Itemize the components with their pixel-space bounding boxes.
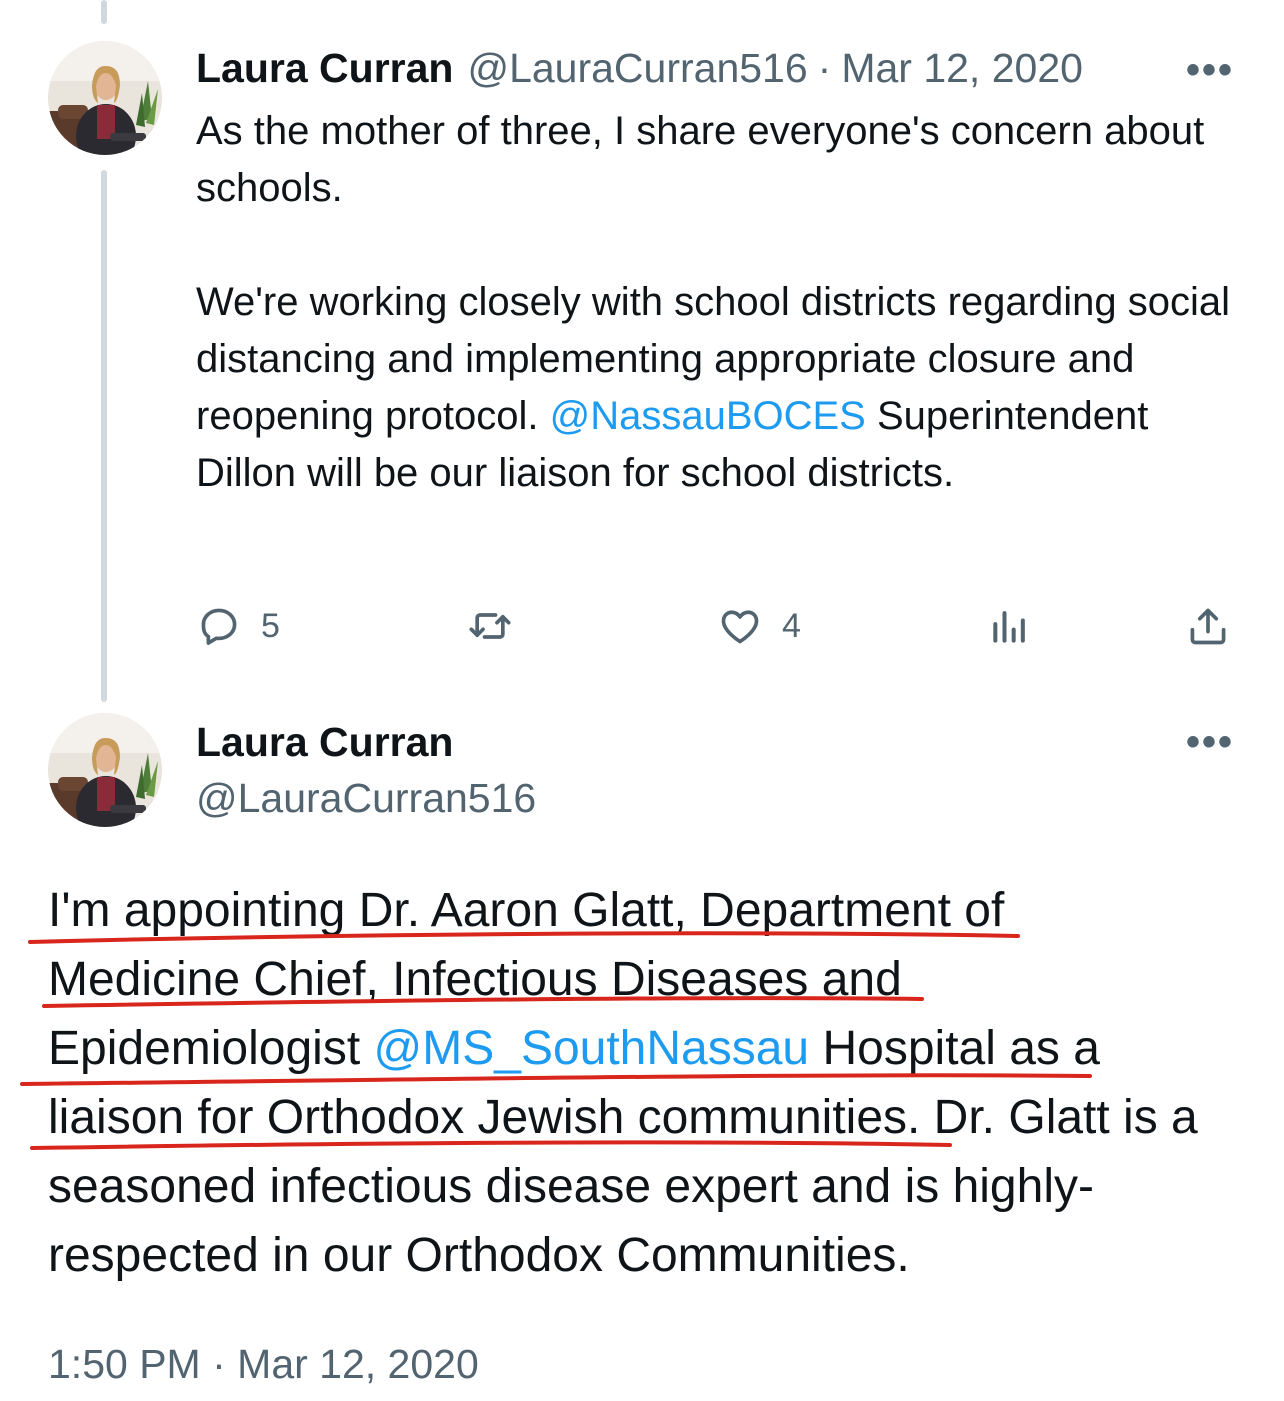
tweet2-author-name[interactable]: Laura Curran: [196, 714, 453, 770]
tweet2-line: Epidemiologist @MS_SouthNassau Hospital …: [48, 1014, 1268, 1083]
tweet1-header: Laura Curran @LauraCurran516 · Mar 12, 2…: [196, 40, 1083, 96]
tweet2-time: 1:50 PM: [48, 1341, 201, 1387]
tweet1-paragraph-2: We're working closely with school distri…: [196, 274, 1236, 502]
tweet2-line: I'm appointing Dr. Aaron Glatt, Departme…: [48, 884, 1005, 937]
reply-button[interactable]: 5: [197, 598, 280, 654]
tweet2-line: respected in our Orthodox Communities.: [48, 1229, 910, 1282]
avatar-photo: [48, 713, 162, 827]
retweet-button[interactable]: [468, 598, 512, 654]
tweet2-separator: ·: [212, 1341, 226, 1387]
tweet1-paragraph-1: As the mother of three, I share everyone…: [196, 109, 1205, 210]
mention-link-nassauboces[interactable]: @NassauBOCES: [550, 394, 866, 438]
tweet1-date[interactable]: Mar 12, 2020: [841, 45, 1083, 92]
tweet2-text: I'm appointing Dr. Aaron Glatt, Departme…: [48, 876, 1268, 1290]
share-icon: [1190, 608, 1226, 645]
avatar[interactable]: [48, 713, 162, 827]
like-count: 4: [782, 606, 801, 645]
tweet1-separator: ·: [817, 44, 832, 91]
avatar[interactable]: [48, 41, 162, 155]
thread-line-top: [101, 0, 107, 24]
views-icon: [993, 611, 1025, 643]
views-button[interactable]: [988, 598, 1032, 654]
tweet1-author-name[interactable]: Laura Curran: [196, 45, 453, 92]
tweet2-timestamp[interactable]: 1:50 PM · Mar 12, 2020: [48, 1336, 479, 1392]
tweet2-handle[interactable]: @LauraCurran516: [196, 770, 536, 826]
tweet2-line: Medicine Chief, Infectious Diseases and: [48, 953, 902, 1006]
tweet2-text-segment: Epidemiologist: [48, 1022, 361, 1075]
share-button[interactable]: [1186, 598, 1230, 654]
mention-link-ms-southnassau[interactable]: @MS_SouthNassau: [374, 1022, 810, 1075]
tweet2-date: Mar 12, 2020: [237, 1341, 479, 1387]
more-icon[interactable]: •••: [1180, 720, 1240, 764]
tweet1-action-bar: 5 4: [0, 598, 1284, 654]
tweet2-line: seasoned infectious disease expert and i…: [48, 1160, 1094, 1213]
avatar-photo: [48, 41, 162, 155]
like-icon: [721, 610, 759, 644]
reply-icon: [201, 608, 237, 645]
like-button[interactable]: 4: [718, 598, 801, 654]
reply-count: 5: [261, 606, 280, 645]
tweet1-text: As the mother of three, I share everyone…: [196, 103, 1236, 502]
more-icon[interactable]: •••: [1180, 48, 1240, 92]
tweet1-handle[interactable]: @LauraCurran516: [467, 45, 807, 92]
retweet-icon: [469, 613, 511, 639]
tweet2-text-segment: Hospital as a: [822, 1022, 1100, 1075]
tweet2-line: liaison for Orthodox Jewish communities.…: [48, 1091, 1198, 1144]
